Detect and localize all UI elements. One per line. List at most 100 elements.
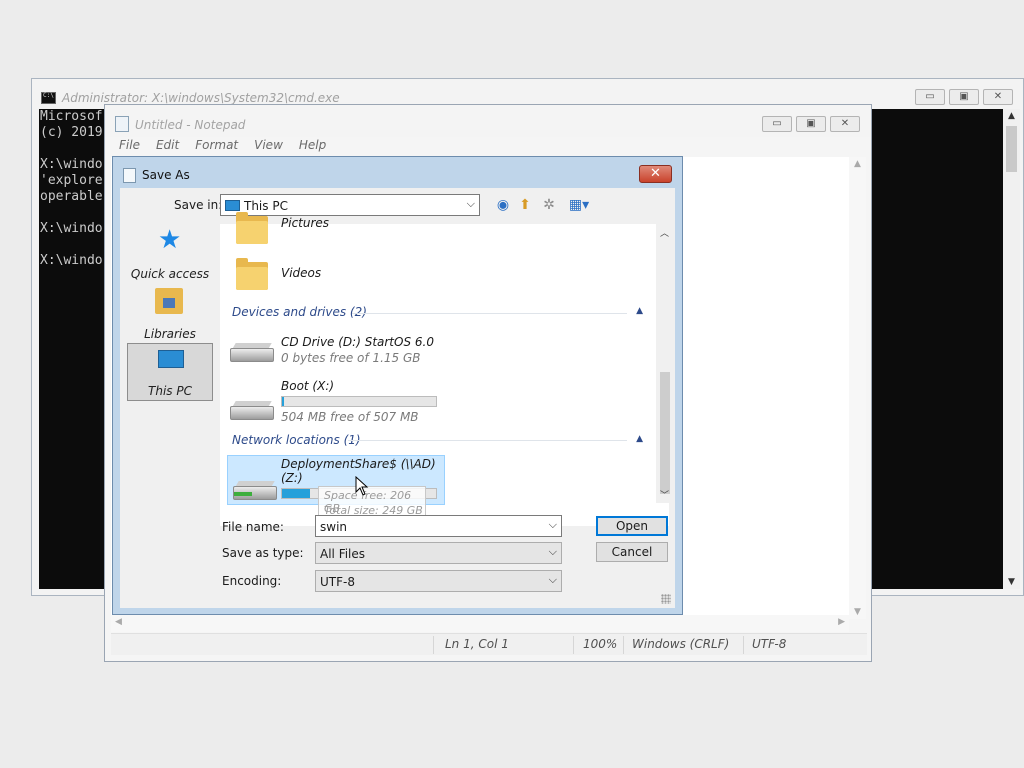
encoding-label: Encoding: (222, 574, 282, 588)
scroll-up-icon[interactable]: ▲ (1003, 111, 1020, 121)
chevron-down-icon: ⌵ (466, 197, 475, 210)
resize-grip-icon[interactable] (661, 594, 671, 604)
status-line-ending: Windows (CRLF) (632, 637, 730, 651)
file-name-value: swin (320, 520, 348, 534)
network-drive-letter: (Z:) (281, 471, 303, 485)
videos-folder-icon (236, 258, 270, 290)
back-icon[interactable]: ◉ (494, 197, 512, 213)
cmd-minimize-button[interactable]: ▭ (915, 89, 945, 105)
file-list-scrollbar[interactable]: ︿ ﹀ (656, 224, 673, 503)
notepad-title: Untitled - Notepad (135, 118, 246, 132)
star-icon: ★ (158, 225, 182, 255)
file-name-input[interactable]: swin ⌵ (315, 515, 562, 537)
place-quick-access[interactable]: ★ Quick access (127, 225, 213, 283)
cancel-button[interactable]: Cancel (596, 542, 668, 562)
save-as-type-value: All Files (320, 547, 366, 561)
dialog-close-button[interactable]: ✕ (639, 165, 672, 183)
cd-drive-icon (230, 334, 276, 362)
menu-help[interactable]: Help (291, 137, 334, 155)
dialog-client: Save in: This PC ⌵ ◉ ⬆ ✲ ▦▾ ★ Quick acce… (120, 188, 675, 608)
scroll-right-icon[interactable]: ▶ (838, 617, 845, 627)
group-header-devices[interactable]: Devices and drives (2) (232, 305, 367, 319)
places-bar: ★ Quick access Libraries This PC (127, 225, 215, 515)
cmd-scroll-thumb[interactable] (1006, 126, 1017, 172)
save-as-type-label: Save as type: (222, 546, 304, 560)
network-drive-name: DeploymentShare$ (\\AD) (281, 457, 436, 471)
drive-usage-fill (282, 397, 284, 406)
notepad-minimize-button[interactable]: ▭ (762, 116, 792, 132)
group-header-network[interactable]: Network locations (1) (232, 433, 361, 447)
notepad-title-bar[interactable]: Untitled - Notepad ▭ ▣ ✕ (105, 105, 871, 137)
place-label: Libraries (144, 327, 196, 341)
scroll-down-icon[interactable]: ﹀ (656, 488, 673, 501)
status-divider (623, 636, 624, 654)
status-divider (433, 636, 434, 654)
libraries-icon (155, 288, 183, 314)
place-this-pc[interactable]: This PC (127, 343, 213, 401)
menu-view[interactable]: View (246, 137, 291, 155)
menu-edit[interactable]: Edit (148, 137, 187, 155)
up-folder-icon[interactable]: ⬆ (516, 197, 534, 213)
this-pc-icon (158, 350, 184, 368)
this-pc-icon (225, 200, 240, 211)
status-zoom: 100% (583, 637, 618, 651)
scroll-left-icon[interactable]: ◀ (115, 617, 122, 627)
save-as-type-dropdown[interactable]: All Files ⌵ (315, 542, 562, 564)
boot-drive-icon (230, 392, 276, 420)
scroll-down-icon[interactable]: ▼ (849, 607, 866, 617)
network-connection-icon (234, 492, 252, 496)
group-divider (348, 440, 627, 441)
dialog-title: Save As (142, 168, 190, 182)
cmd-maximize-button[interactable]: ▣ (949, 89, 979, 105)
new-folder-icon[interactable]: ✲ (540, 197, 558, 213)
status-divider (743, 636, 744, 654)
encoding-dropdown[interactable]: UTF-8 ⌵ (315, 570, 562, 592)
open-button[interactable]: Open (596, 516, 668, 536)
notepad-menu-bar: File Edit Format View Help (111, 137, 334, 155)
scroll-down-icon[interactable]: ▼ (1003, 577, 1020, 587)
notepad-icon (115, 116, 129, 132)
pictures-folder-icon (236, 212, 270, 244)
save-in-value: This PC (244, 199, 288, 213)
save-as-dialog[interactable]: Save As ✕ Save in: This PC ⌵ ◉ ⬆ ✲ ▦▾ ★ … (112, 156, 683, 615)
network-usage-fill (282, 489, 310, 498)
notepad-icon (123, 168, 136, 183)
scroll-up-icon[interactable]: ▲ (849, 159, 866, 169)
view-menu-icon[interactable]: ▦▾ (564, 197, 594, 213)
notepad-maximize-button[interactable]: ▣ (796, 116, 826, 132)
menu-file[interactable]: File (111, 137, 148, 155)
notepad-vertical-scrollbar[interactable]: ▲ ▼ (849, 157, 866, 619)
notepad-horizontal-scrollbar[interactable]: ◀ ▶ (111, 615, 849, 632)
drive-name[interactable]: Boot (X:) (281, 379, 334, 393)
chevron-down-icon: ⌵ (548, 573, 557, 586)
status-encoding: UTF-8 (752, 637, 787, 651)
drive-usage-bar (281, 396, 437, 407)
chevron-down-icon: ⌵ (548, 545, 557, 558)
file-list-scroll-thumb[interactable] (660, 372, 670, 494)
scroll-up-icon[interactable]: ︿ (656, 226, 673, 239)
notepad-status-bar: Ln 1, Col 1 100% Windows (CRLF) UTF-8 (111, 633, 867, 655)
cmd-scrollbar[interactable]: ▲ ▼ (1003, 109, 1020, 589)
drive-tooltip: Space free: 206 GB Total size: 249 GB (318, 486, 426, 518)
mouse-cursor-icon (355, 476, 369, 496)
drive-free-space: 504 MB free of 507 MB (281, 410, 419, 424)
chevron-down-icon[interactable]: ⌵ (549, 518, 557, 532)
notepad-close-button[interactable]: ✕ (830, 116, 860, 132)
cmd-title: Administrator: X:\windows\System32\cmd.e… (62, 91, 340, 105)
place-libraries[interactable]: Libraries (127, 285, 213, 343)
list-item-videos[interactable]: Videos (281, 266, 321, 280)
file-list[interactable]: Pictures Videos Devices and drives (2) ▲… (220, 212, 669, 526)
drive-name[interactable]: CD Drive (D:) StartOS 6.0 (281, 335, 434, 349)
collapse-icon[interactable]: ▲ (636, 306, 643, 316)
list-item-pictures[interactable]: Pictures (281, 216, 329, 230)
status-position: Ln 1, Col 1 (445, 637, 509, 651)
drive-free-space: 0 bytes free of 1.15 GB (281, 351, 421, 365)
place-label: Quick access (130, 267, 210, 281)
dialog-title-bar[interactable]: Save As ✕ (113, 157, 682, 189)
cmd-close-button[interactable]: ✕ (983, 89, 1013, 105)
group-divider (352, 313, 627, 314)
encoding-value: UTF-8 (320, 575, 355, 589)
cmd-icon (41, 92, 56, 104)
collapse-icon[interactable]: ▲ (636, 434, 643, 444)
menu-format[interactable]: Format (187, 137, 246, 155)
